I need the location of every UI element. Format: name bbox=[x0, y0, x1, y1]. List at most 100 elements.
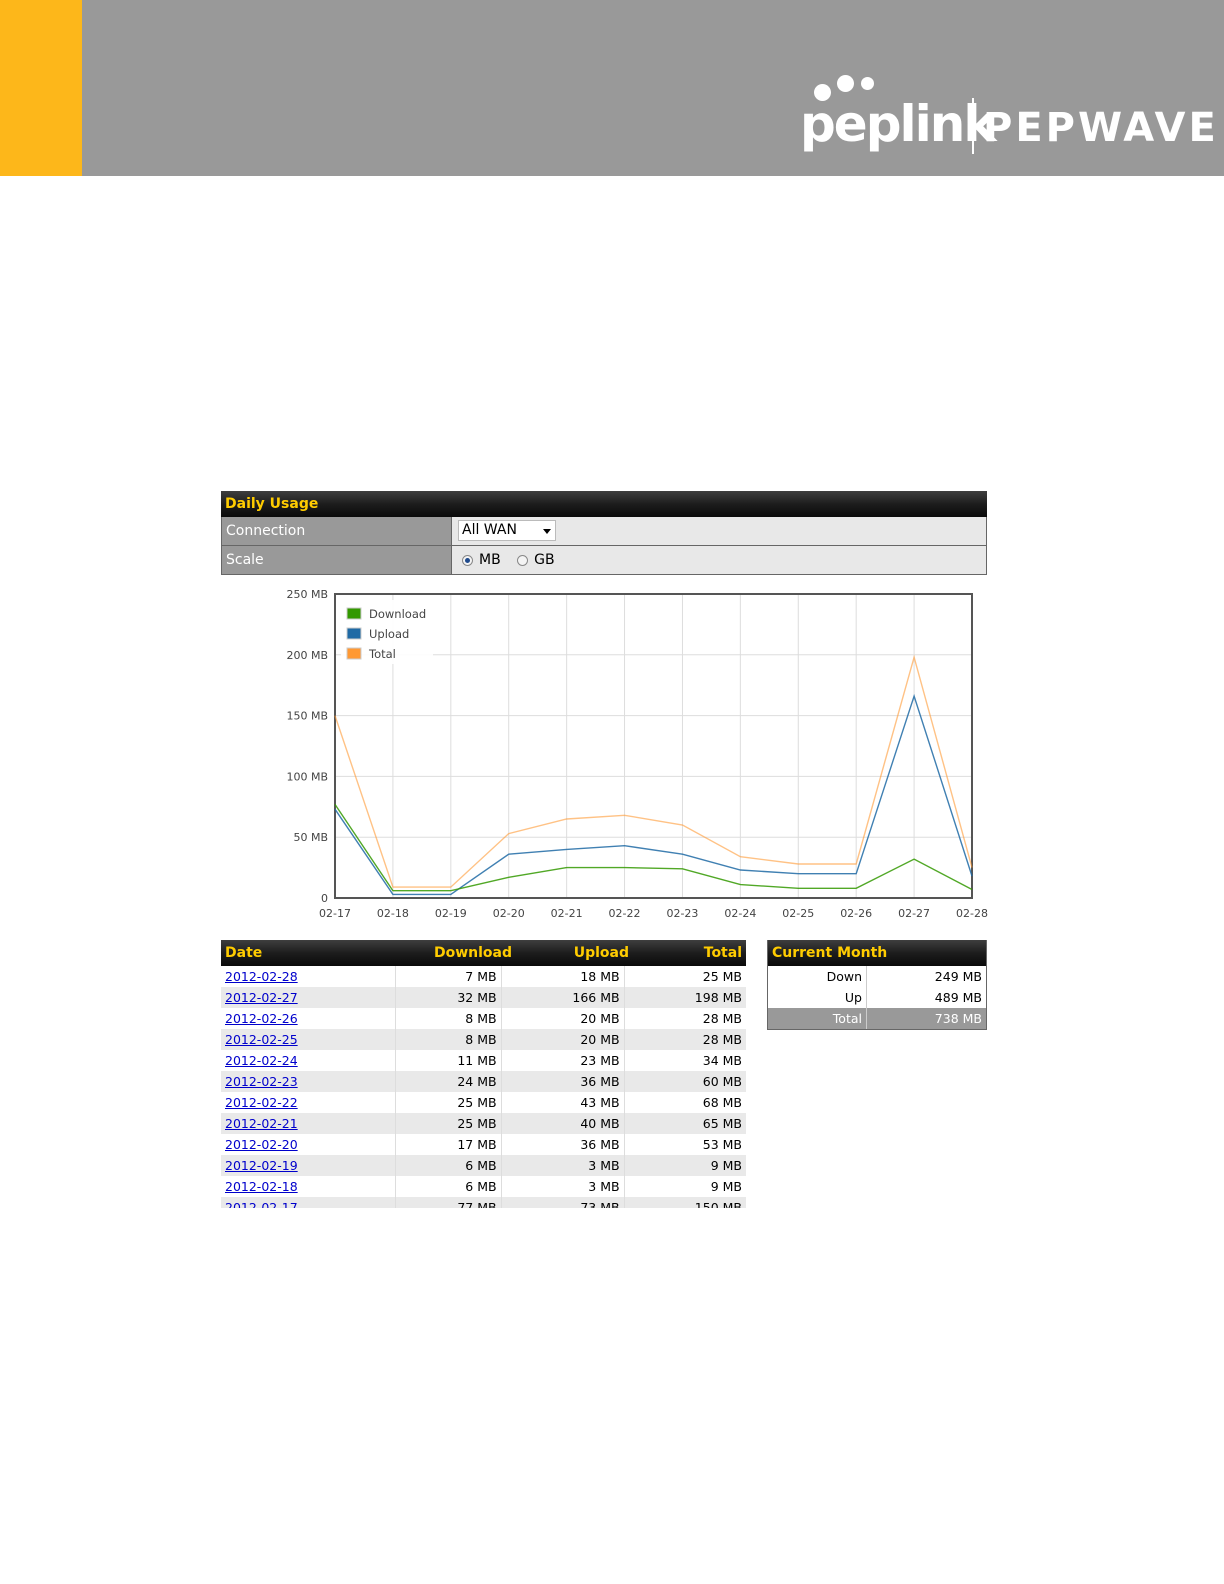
date-cell: 2012-02-24 bbox=[221, 1050, 396, 1071]
column-header-total: Total bbox=[703, 945, 742, 961]
total-cell: 53 MB bbox=[702, 1137, 742, 1152]
month-key: Total bbox=[768, 1008, 867, 1029]
date-link[interactable]: 2012-02-22 bbox=[225, 1095, 298, 1110]
date-cell: 2012-02-21 bbox=[221, 1113, 396, 1134]
y-tick-label: 50 MB bbox=[293, 831, 328, 844]
scale-row: Scale MB GB bbox=[221, 546, 987, 575]
date-link[interactable]: 2012-02-25 bbox=[225, 1032, 298, 1047]
total-cell: 28 MB bbox=[702, 1011, 742, 1026]
date-link[interactable]: 2012-02-27 bbox=[225, 990, 298, 1005]
x-tick-label: 02-24 bbox=[724, 907, 756, 920]
legend-label: Upload bbox=[369, 627, 409, 641]
download-cell: 17 MB bbox=[395, 1134, 502, 1155]
connection-value-cell: All WAN bbox=[452, 517, 986, 545]
total-cell: 9 MB bbox=[710, 1179, 742, 1194]
column-header-download: Download bbox=[433, 945, 512, 961]
usage-table: 2012-02-28 7 MB 18 MB 25 MB 2012-02-27 32 MB 1… bbox=[221, 966, 746, 1208]
legend-swatch bbox=[346, 647, 362, 660]
scale-mb-radio[interactable] bbox=[462, 554, 473, 566]
date-link[interactable]: 2012-02-19 bbox=[225, 1158, 298, 1173]
x-tick-label: 02-28 bbox=[956, 907, 988, 920]
date-link[interactable]: 2012-02-28 bbox=[225, 969, 298, 984]
upload-cell: 3 MB bbox=[501, 1155, 625, 1176]
x-tick-label: 02-22 bbox=[609, 907, 641, 920]
table-row: 2012-02-18 6 MB 3 MB 9 MB bbox=[221, 1176, 746, 1197]
page-header: peplink PEPWAVE bbox=[0, 0, 1224, 176]
download-cell: 7 MB bbox=[395, 966, 502, 987]
scale-label: Scale bbox=[222, 546, 452, 574]
download-cell: 25 MB bbox=[395, 1113, 502, 1134]
upload-cell: 20 MB bbox=[501, 1008, 625, 1029]
current-month-panel: Current Month Down 249 MB Up 489 MB Total 738… bbox=[767, 940, 987, 1030]
download-cell: 6 MB bbox=[395, 1155, 502, 1176]
current-month-title: Current Month bbox=[768, 940, 986, 966]
date-link[interactable]: 2012-02-26 bbox=[225, 1011, 298, 1026]
upload-cell: 36 MB bbox=[501, 1071, 625, 1092]
download-cell: 25 MB bbox=[395, 1092, 502, 1113]
total-cell: 60 MB bbox=[624, 1071, 746, 1092]
date-link[interactable]: 2012-02-17 bbox=[225, 1200, 298, 1208]
month-value: 489 MB bbox=[934, 990, 982, 1005]
daily-usage-title: Daily Usage bbox=[221, 491, 987, 517]
current-month-table: Down 249 MB Up 489 MB Total 738 MB bbox=[768, 966, 986, 1029]
usage-table-header: Date Download Upload Total bbox=[221, 940, 746, 966]
download-cell: 77 MB bbox=[395, 1197, 502, 1208]
y-tick-label: 150 MB bbox=[286, 710, 328, 723]
date-cell: 2012-02-17 bbox=[221, 1197, 396, 1208]
legend-label: Download bbox=[369, 607, 426, 621]
connection-select[interactable]: All WAN bbox=[458, 520, 556, 541]
month-key: Up bbox=[768, 987, 867, 1008]
date-link[interactable]: 2012-02-21 bbox=[225, 1116, 298, 1131]
table-row: 2012-02-26 8 MB 20 MB 28 MB bbox=[221, 1008, 746, 1029]
total-cell: 34 MB bbox=[702, 1053, 742, 1068]
total-cell: 9 MB bbox=[624, 1155, 746, 1176]
y-tick-label: 250 MB bbox=[286, 588, 328, 601]
table-row: 2012-02-17 77 MB 73 MB 150 MB bbox=[221, 1197, 746, 1208]
date-cell: 2012-02-23 bbox=[221, 1071, 396, 1092]
product-name: PEPWAVE bbox=[983, 105, 1219, 151]
x-tick-label: 02-18 bbox=[377, 907, 409, 920]
x-tick-label: 02-25 bbox=[782, 907, 814, 920]
date-cell: 2012-02-25 bbox=[221, 1029, 396, 1050]
scale-gb-radio[interactable] bbox=[517, 554, 529, 566]
date-link[interactable]: 2012-02-20 bbox=[225, 1137, 298, 1152]
month-row: Up 489 MB bbox=[768, 987, 986, 1008]
date-cell: 2012-02-20 bbox=[221, 1134, 396, 1155]
download-cell: 32 MB bbox=[395, 987, 502, 1008]
download-cell: 11 MB bbox=[395, 1050, 502, 1071]
scale-value-cell: MB GB bbox=[452, 546, 986, 574]
date-cell: 2012-02-19 bbox=[221, 1155, 396, 1176]
download-cell: 8 MB bbox=[395, 1008, 502, 1029]
date-link[interactable]: 2012-02-18 bbox=[225, 1179, 298, 1194]
x-tick-label: 02-26 bbox=[840, 907, 872, 920]
accent-stripe bbox=[0, 0, 82, 176]
brand-name: peplink bbox=[800, 95, 997, 153]
x-tick-label: 02-17 bbox=[319, 907, 351, 920]
table-row: 2012-02-19 6 MB 3 MB 9 MB bbox=[221, 1155, 746, 1176]
download-cell: 6 MB bbox=[395, 1176, 502, 1197]
connection-label: Connection bbox=[222, 517, 452, 545]
table-row: 2012-02-20 17 MB 36 MB 53 MB bbox=[221, 1134, 746, 1155]
legend-label: Total bbox=[368, 647, 396, 661]
y-tick-label: 100 MB bbox=[286, 770, 328, 783]
upload-cell: 20 MB bbox=[501, 1029, 625, 1050]
upload-cell: 40 MB bbox=[501, 1113, 625, 1134]
total-cell: 198 MB bbox=[624, 987, 746, 1008]
month-row: Total 738 MB bbox=[768, 1008, 986, 1029]
date-cell: 2012-02-18 bbox=[221, 1176, 396, 1197]
upload-cell: 43 MB bbox=[501, 1092, 625, 1113]
column-header-upload: Upload bbox=[573, 945, 629, 961]
column-header-date: Date bbox=[225, 945, 263, 961]
peplink-pepwave-logo: peplink PEPWAVE bbox=[800, 72, 1216, 162]
legend-swatch bbox=[346, 627, 362, 640]
logo-dot bbox=[837, 75, 854, 92]
upload-cell: 36 MB bbox=[501, 1134, 625, 1155]
month-key: Down bbox=[768, 966, 867, 987]
table-row: 2012-02-21 25 MB 40 MB 65 MB bbox=[221, 1113, 746, 1134]
date-link[interactable]: 2012-02-24 bbox=[225, 1053, 298, 1068]
date-link[interactable]: 2012-02-23 bbox=[225, 1074, 298, 1089]
table-row: 2012-02-23 24 MB 36 MB 60 MB bbox=[221, 1071, 746, 1092]
x-tick-label: 02-23 bbox=[666, 907, 698, 920]
logo-separator bbox=[972, 98, 974, 154]
date-cell: 2012-02-26 bbox=[221, 1008, 396, 1029]
